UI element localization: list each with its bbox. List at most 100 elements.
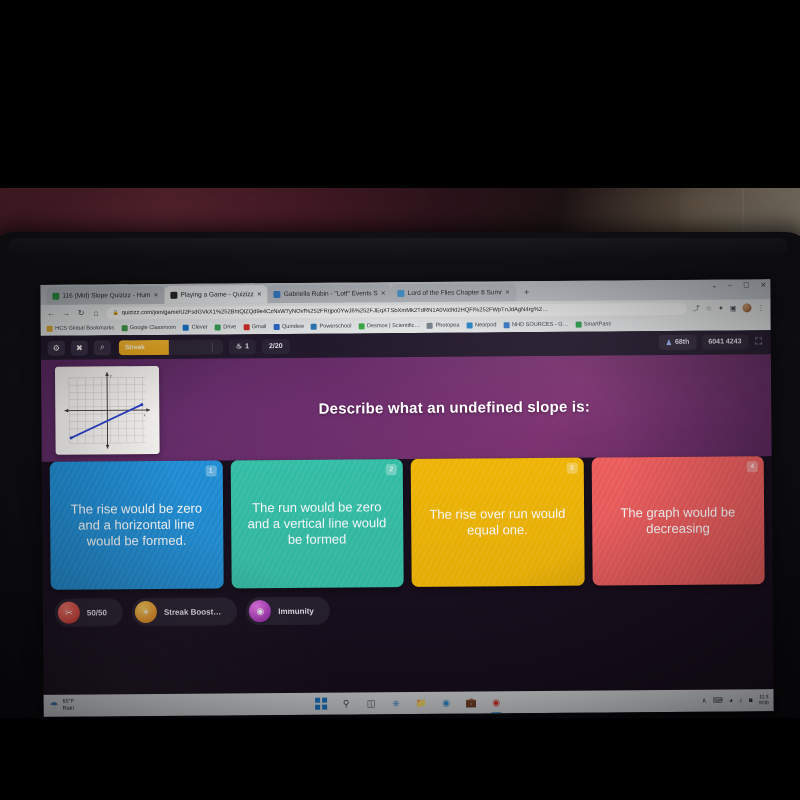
bookmark-favicon <box>183 324 190 331</box>
bookmark-item[interactable]: Clever <box>183 325 208 331</box>
edge-icon[interactable]: ◉ <box>440 697 452 709</box>
bookmark-item[interactable]: NHD SOURCES - G… <box>503 322 568 329</box>
bookmark-favicon <box>273 323 280 331</box>
avatar[interactable] <box>742 303 752 313</box>
answer-number: 2 <box>385 464 397 476</box>
powerup-5050[interactable]: ✂ 50/50 <box>54 598 124 627</box>
bookmark-label: Gmail <box>251 324 267 331</box>
bookmark-item[interactable]: Google Classroom <box>121 325 176 332</box>
browser-tab-4[interactable]: Lord of the Flies Chapter 8 Sumr ✕ <box>391 283 517 303</box>
bookmark-favicon <box>503 322 510 329</box>
task-view-icon[interactable]: ◫ <box>365 697 377 709</box>
weather-temp: 65°F <box>62 699 75 706</box>
chrome-icon[interactable]: ◉ <box>490 696 502 708</box>
progress-value: 2/20 <box>268 342 283 350</box>
search-icon[interactable]: ⚲ <box>340 697 352 709</box>
bookmark-label: HCS Global Bookmarks <box>55 325 115 332</box>
question-progress: 2/20 <box>261 338 290 354</box>
bookmark-item[interactable]: Quindew <box>273 323 305 331</box>
bookmark-label: Clever <box>191 324 208 331</box>
bezel-gloss <box>8 238 788 258</box>
streak-divider <box>211 342 213 352</box>
tray-chevron-up-icon[interactable]: ∧ <box>702 697 707 705</box>
mute-icon[interactable]: ✖ <box>70 340 88 356</box>
window-controls: ⌄ – ☐ ✕ <box>711 281 766 290</box>
bookmark-label: Desmos | Scientific… <box>366 322 421 330</box>
answer-option-4[interactable]: 4 The graph would be decreasing <box>591 456 765 586</box>
weather-widget[interactable]: ☂ 65°F Rain <box>50 699 75 712</box>
start-button-icon[interactable] <box>315 697 327 710</box>
bookmark-favicon <box>46 325 53 332</box>
answer-option-2[interactable]: 2 The run would be zero and a vertical l… <box>230 459 404 589</box>
close-icon[interactable]: ✕ <box>505 289 510 296</box>
tab-favicon <box>52 292 60 300</box>
fullscreen-icon[interactable]: ⛶ <box>753 336 763 347</box>
tab-favicon <box>273 290 281 298</box>
close-icon[interactable]: ✕ <box>381 290 386 297</box>
reload-icon[interactable]: ↻ <box>77 309 86 318</box>
bookmark-favicon <box>466 322 473 329</box>
powerup-immunity[interactable]: ◉ Immunity <box>246 596 330 626</box>
side-panel-icon[interactable]: ▣ <box>730 304 737 312</box>
maximize-icon[interactable]: ☐ <box>743 281 749 289</box>
bookmark-item[interactable]: Nearpod <box>466 322 497 329</box>
taskbar-clock[interactable]: 11:3 9/30 <box>759 694 769 707</box>
settings-gear-icon[interactable]: ⚙ <box>47 340 65 356</box>
back-icon[interactable]: ← <box>47 309 56 318</box>
star-icon[interactable]: ☆ <box>706 304 712 312</box>
store-icon[interactable]: 💼 <box>465 696 477 708</box>
menu-icon[interactable]: ⋮ <box>757 304 764 312</box>
windows-logo <box>315 697 327 710</box>
file-explorer-icon[interactable]: 📁 <box>415 697 427 709</box>
browser-tab-3[interactable]: Gabriella Rubin - "Lotf" Events S ✕ <box>267 284 392 304</box>
bookmark-label: Quindew <box>281 323 305 330</box>
close-icon[interactable]: ✕ <box>153 291 158 298</box>
tab-label: Gabriella Rubin - "Lotf" Events S <box>283 289 378 298</box>
minimize-icon[interactable]: – <box>728 282 732 289</box>
coordinate-graph-svg: y x <box>64 372 151 449</box>
omnibox-actions: ⤴ ☆ ✦ ▣ ⋮ <box>693 303 765 314</box>
streak-progress-bar: Streak <box>118 338 223 355</box>
powerup-label: Streak Boost… <box>163 606 222 617</box>
bookmark-label: SmartPass <box>583 321 612 328</box>
fifty-fifty-icon: ✂ <box>57 601 80 624</box>
streak-boost-icon: ☀ <box>134 600 158 624</box>
wifi-icon[interactable]: ◕ <box>729 697 733 704</box>
close-icon[interactable]: ✕ <box>257 291 262 298</box>
bookmark-item[interactable]: Drive <box>214 324 236 331</box>
chrome-browser: 116 (Mid) Slope Quizizz - Hum ✕ Playing … <box>40 279 771 336</box>
rain-icon: ☂ <box>49 700 59 712</box>
powerup-streak-boost[interactable]: ☀ Streak Boost… <box>131 597 238 627</box>
battery-icon[interactable]: ■ <box>749 697 753 704</box>
bookmark-item[interactable]: Desmos | Scientific… <box>358 322 421 330</box>
letterbox-bottom <box>0 718 800 800</box>
bookmark-item[interactable]: Gmail <box>243 324 267 331</box>
forward-icon[interactable]: → <box>62 309 71 318</box>
share-icon[interactable]: ⤴ <box>693 303 700 313</box>
new-tab-button[interactable]: + <box>516 283 537 301</box>
keyboard-icon[interactable]: ⌨ <box>713 697 723 705</box>
chevron-down-icon[interactable]: ⌄ <box>711 282 717 290</box>
address-bar[interactable]: 🔒 quizizz.com/join/game/U2FsdGVkX1%252Bh… <box>106 302 687 319</box>
volume-muted-icon[interactable]: ♪ <box>739 697 743 704</box>
zoom-icon[interactable]: ⌕ <box>93 339 111 355</box>
chat-icon[interactable]: ⎈ <box>390 697 402 709</box>
bookmark-item[interactable]: HCS Global Bookmarks <box>46 325 115 332</box>
close-window-icon[interactable]: ✕ <box>760 281 766 289</box>
photo-of-laptop-screen: 116 (Mid) Slope Quizizz - Hum ✕ Playing … <box>0 0 800 800</box>
bookmark-item[interactable]: SmartPass <box>575 321 612 328</box>
tab-label: Playing a Game - Quizizz <box>180 290 254 299</box>
answer-options: 1 The rise would be zero and a horizonta… <box>41 456 773 590</box>
browser-tab-1[interactable]: 116 (Mid) Slope Quizizz - Hum ✕ <box>46 285 165 305</box>
answer-option-3[interactable]: 3 The rise over run would equal one. <box>410 457 585 587</box>
bookmark-item[interactable]: Photopea <box>427 323 460 329</box>
answer-option-1[interactable]: 1 The rise would be zero and a horizonta… <box>49 460 224 590</box>
extension-icon[interactable]: ✦ <box>718 304 724 312</box>
bookmark-label: Powerschool <box>319 323 352 330</box>
home-icon[interactable]: ⌂ <box>92 308 101 317</box>
system-tray: ∧ ⌨ ◕ ♪ ■ 11:3 9/30 <box>702 694 769 707</box>
question-area: y x Describe what an undefined slope is: <box>40 354 772 462</box>
tab-favicon <box>170 291 178 299</box>
browser-tab-2-active[interactable]: Playing a Game - Quizizz ✕ <box>164 285 268 304</box>
bookmark-item[interactable]: Powerschool <box>310 323 352 330</box>
